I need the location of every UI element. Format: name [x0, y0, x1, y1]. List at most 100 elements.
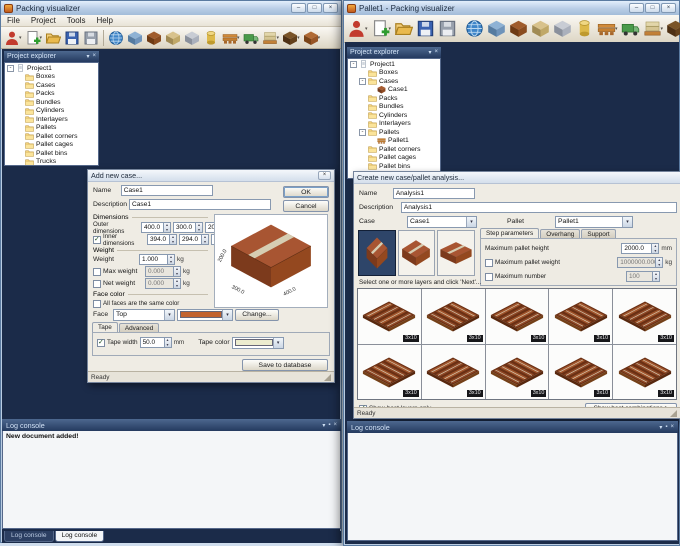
pallet-select[interactable]: Pallet1▾	[555, 216, 633, 228]
log-tab-log-console[interactable]: Log console	[4, 531, 54, 542]
tree-expander-icon[interactable]: -	[359, 129, 366, 136]
new-document-button[interactable]: ▾	[370, 18, 393, 39]
save-to-database-button[interactable]: Save to database	[242, 359, 328, 371]
layer-pattern-thumbnail-7[interactable]: 3x10	[422, 345, 485, 400]
user-button[interactable]: ▾	[3, 29, 23, 47]
left-window-titlebar[interactable]: Packing visualizer – □ ×	[1, 1, 341, 15]
tree-item-bundles[interactable]: Bundles	[348, 103, 440, 112]
tree-item-pallet-corners[interactable]: Pallet corners	[348, 145, 440, 154]
close-icon[interactable]: ×	[670, 424, 674, 431]
save-all-button[interactable]	[437, 18, 458, 39]
tree-item-packs[interactable]: Packs	[5, 90, 98, 99]
description-input[interactable]: Case1	[129, 199, 271, 210]
weight-input[interactable]: 1.000▴▾	[139, 254, 175, 265]
tree-item-interlayers[interactable]: Interlayers	[5, 115, 98, 124]
minimize-button[interactable]: –	[629, 3, 644, 13]
tree-item-pallet-corners[interactable]: Pallet corners	[5, 132, 98, 141]
tree-item-cases[interactable]: -Cases	[348, 77, 440, 86]
spinner-buttons[interactable]: ▴▾	[167, 254, 175, 265]
pallet-button[interactable]: ▾	[221, 29, 241, 47]
tree-subitem-pallet1[interactable]: Pallet1	[348, 137, 440, 146]
case-orientation-side[interactable]	[398, 230, 436, 276]
chevron-down-icon[interactable]: ▾	[86, 53, 89, 60]
max-pallet-weight-input[interactable]: 1000000.000▴▾	[617, 257, 663, 268]
inner-length-input[interactable]: 394.0▴▾	[147, 234, 177, 245]
menu-file[interactable]: File	[7, 16, 20, 25]
max-pallet-height-input[interactable]: 2000.0▴▾	[621, 243, 659, 254]
truck-button[interactable]	[242, 29, 260, 47]
name-input[interactable]: Analysis1	[393, 188, 475, 199]
case-select[interactable]: Case1▾	[407, 216, 477, 228]
maximize-button[interactable]: □	[307, 3, 322, 13]
container-button[interactable]: ▾	[281, 29, 301, 47]
resize-grip[interactable]	[670, 410, 677, 417]
layer-pattern-thumbnail-6[interactable]: 3x10	[358, 345, 421, 400]
dialog-titlebar[interactable]: Create new case/pallet analysis...	[354, 172, 680, 184]
crate-button[interactable]	[164, 29, 182, 47]
face-color-select[interactable]: ▾	[177, 309, 233, 321]
max-weight-input[interactable]: 0.000▴▾	[145, 266, 181, 277]
menu-project[interactable]: Project	[31, 16, 56, 25]
tree-item-packs[interactable]: Packs	[348, 94, 440, 103]
pallet-load-button[interactable]: ▾	[642, 18, 665, 39]
project-explorer-header[interactable]: Project explorer ▾×	[4, 51, 99, 62]
analysis-button[interactable]: ▾	[302, 29, 322, 47]
close-icon[interactable]: ×	[333, 422, 337, 429]
net-weight-checkbox[interactable]	[93, 280, 101, 288]
tree-item-pallet-bins[interactable]: Pallet bins	[348, 162, 440, 171]
tree-item-boxes[interactable]: Boxes	[5, 73, 98, 82]
tree-item-cylinders[interactable]: Cylinders	[5, 107, 98, 116]
tape-color-select[interactable]: ▾	[232, 337, 284, 349]
tape-width-checkbox[interactable]	[97, 339, 105, 347]
close-icon[interactable]: ×	[434, 49, 438, 56]
chest-button[interactable]	[508, 18, 529, 39]
chest-button[interactable]	[145, 29, 163, 47]
layer-pattern-thumbnail-10[interactable]: 3x10	[613, 345, 676, 400]
layer-pattern-thumbnail-9[interactable]: 3x10	[549, 345, 612, 400]
layer-pattern-thumbnail-3[interactable]: 3x10	[486, 289, 549, 344]
outer-length-input[interactable]: 400.0▴▾	[141, 222, 171, 233]
close-button[interactable]: ×	[661, 3, 676, 13]
log-console-header[interactable]: Log console ▾▪×	[2, 419, 341, 431]
crate-button[interactable]	[530, 18, 551, 39]
tree-item-pallets[interactable]: -Pallets	[348, 128, 440, 137]
project-explorer-header[interactable]: Project explorer ▾×	[347, 47, 441, 58]
layer-pattern-thumbnail-2[interactable]: 3x10	[422, 289, 485, 344]
cylinder-button[interactable]	[574, 18, 595, 39]
save-button[interactable]	[415, 18, 436, 39]
cylinder-button[interactable]	[202, 29, 220, 47]
maximize-button[interactable]: □	[645, 3, 660, 13]
spinner-buttons[interactable]: ▴▾	[173, 278, 181, 289]
close-icon[interactable]: ×	[92, 53, 96, 60]
globe-button[interactable]	[464, 18, 485, 39]
case-orientation-flat[interactable]	[437, 230, 475, 276]
spinner-buttons[interactable]: ▴▾	[164, 337, 172, 348]
layer-pattern-thumbnail-4[interactable]: 3x10	[549, 289, 612, 344]
slab-button[interactable]	[552, 18, 573, 39]
slab-button[interactable]	[183, 29, 201, 47]
box-button[interactable]	[486, 18, 507, 39]
case-orientation-upright[interactable]	[358, 230, 396, 276]
tree-item-trucks[interactable]: Trucks	[5, 158, 98, 167]
max-pallet-weight-checkbox[interactable]	[485, 259, 493, 267]
spinner-buttons[interactable]: ▴▾	[195, 222, 203, 233]
spinner-buttons[interactable]: ▴▾	[652, 271, 660, 282]
log-tab-log-console[interactable]: Log console	[55, 531, 105, 542]
spinner-buttons[interactable]: ▴▾	[201, 234, 209, 245]
pin-icon[interactable]: ▪	[328, 422, 330, 429]
resize-grip[interactable]	[324, 374, 331, 381]
description-input[interactable]: Analysis1	[401, 202, 677, 213]
chevron-down-icon[interactable]: ▾	[659, 424, 662, 431]
user-button[interactable]: ▾	[346, 18, 369, 39]
container-button[interactable]: ▾	[665, 18, 680, 39]
dialog-close-button[interactable]: ×	[318, 171, 331, 180]
tree-root[interactable]: -Project1	[5, 64, 98, 73]
tree-expander-icon[interactable]: -	[359, 78, 366, 85]
layer-pattern-thumbnail-8[interactable]: 3x10	[486, 345, 549, 400]
tree-item-pallet-bins[interactable]: Pallet bins	[5, 149, 98, 158]
tree-item-boxes[interactable]: Boxes	[348, 69, 440, 78]
menu-tools[interactable]: Tools	[67, 16, 86, 25]
max-number-input[interactable]: 100▴▾	[626, 271, 660, 282]
max-number-checkbox[interactable]	[485, 273, 493, 281]
right-window-titlebar[interactable]: Pallet1 - Packing visualizer – □ ×	[344, 1, 679, 15]
